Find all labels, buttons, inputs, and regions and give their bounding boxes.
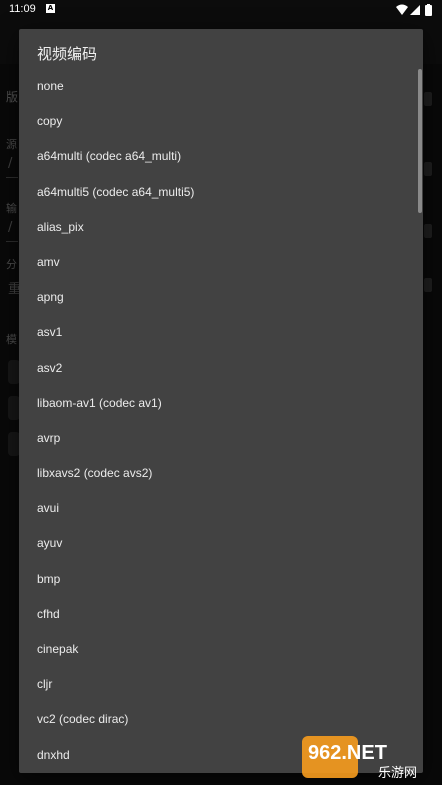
- watermark-caption: 乐游网: [378, 766, 417, 781]
- codec-option-list[interactable]: none copy a64multi (codec a64_multi) a64…: [19, 69, 423, 773]
- watermark-logo: 962.NET 乐游网: [302, 736, 417, 781]
- wifi-icon: [396, 4, 408, 15]
- codec-option[interactable]: asv1: [19, 315, 423, 350]
- codec-option[interactable]: libxavs2 (codec avs2): [19, 456, 423, 491]
- codec-option[interactable]: cfhd: [19, 597, 423, 632]
- codec-option[interactable]: a64multi5 (codec a64_multi5): [19, 175, 423, 210]
- codec-option[interactable]: ayuv: [19, 526, 423, 561]
- signal-icon: [410, 5, 420, 15]
- battery-icon: [425, 5, 432, 16]
- list-scrollbar[interactable]: [418, 69, 422, 213]
- status-icons: [396, 4, 432, 16]
- notification-icon: A: [46, 4, 55, 13]
- codec-option[interactable]: avui: [19, 491, 423, 526]
- codec-option[interactable]: asv2: [19, 351, 423, 386]
- codec-option[interactable]: avrp: [19, 421, 423, 456]
- codec-option[interactable]: a64multi (codec a64_multi): [19, 139, 423, 174]
- status-bar: 11:09 A: [0, 0, 442, 20]
- watermark-brand: 962.NET: [308, 742, 387, 764]
- codec-option[interactable]: copy: [19, 104, 423, 139]
- codec-option[interactable]: amv: [19, 245, 423, 280]
- codec-option[interactable]: apng: [19, 280, 423, 315]
- status-time: 11:09: [9, 3, 36, 15]
- codec-option[interactable]: alias_pix: [19, 210, 423, 245]
- codec-option[interactable]: none: [19, 69, 423, 104]
- codec-option[interactable]: libaom-av1 (codec av1): [19, 386, 423, 421]
- codec-option[interactable]: cljr: [19, 667, 423, 702]
- video-codec-dialog: 视频编码 none copy a64multi (codec a64_multi…: [19, 29, 423, 773]
- codec-option[interactable]: bmp: [19, 562, 423, 597]
- dialog-title: 视频编码: [37, 45, 98, 63]
- codec-option[interactable]: cinepak: [19, 632, 423, 667]
